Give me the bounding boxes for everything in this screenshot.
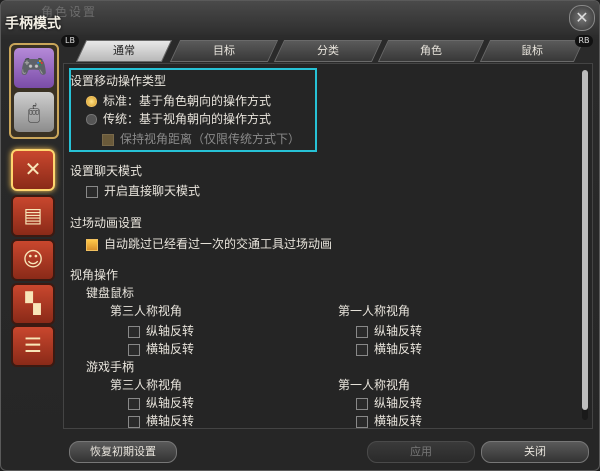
checkbox-direct-chat[interactable]: 开启直接聊天模式	[86, 182, 200, 199]
checkbox-icon	[356, 415, 368, 428]
radio-selected-icon	[86, 96, 97, 107]
chat-icon[interactable]: ☰	[11, 325, 55, 367]
km-first-invert-vertical[interactable]: 纵轴反转	[356, 322, 422, 339]
mouse-icon[interactable]: 🖱	[14, 92, 54, 132]
km-third-person-label: 第三人称视角	[110, 304, 183, 318]
km-first-person-label: 第一人称视角	[338, 304, 411, 318]
radio-standard[interactable]: 标准：基于角色朝向的操作方式	[86, 92, 271, 109]
cutscene-label: 过场动画设置	[70, 216, 143, 230]
tab-character[interactable]: 角色	[377, 40, 485, 62]
checkbox-checked-icon	[86, 238, 98, 251]
invert-vertical-label: 纵轴反转	[374, 396, 423, 410]
checkbox-icon	[128, 415, 140, 428]
checkbox-disabled-icon	[102, 133, 114, 146]
skip-cutscene-label: 自动跳过已经看过一次的交通工具过场动画	[104, 237, 333, 251]
checkbox-icon	[356, 397, 368, 410]
invert-horizontal-label: 横轴反转	[374, 342, 423, 356]
gp-third-invert-vertical[interactable]: 纵轴反转	[128, 394, 194, 411]
checkbox-keep-distance: 保持视角距离（仅限传统方式下）	[102, 130, 300, 147]
id-card-icon[interactable]: ▤	[11, 195, 55, 237]
tab-label: 通常	[113, 44, 135, 57]
invert-horizontal-label: 横轴反转	[374, 414, 423, 428]
invert-vertical-label: 纵轴反转	[146, 396, 195, 410]
checker-icon[interactable]: ▚	[11, 283, 55, 325]
keep-distance-label: 保持视角距离（仅限传统方式下）	[120, 132, 301, 146]
tab-target[interactable]: 目标	[169, 40, 279, 62]
chat-mode-label: 设置聊天模式	[70, 164, 143, 178]
scrollbar[interactable]	[582, 70, 588, 420]
title-bar: 角色设置 手柄模式 ✕	[1, 1, 599, 35]
checkbox-skip-cutscene[interactable]: 自动跳过已经看过一次的交通工具过场动画	[86, 235, 332, 252]
checkbox-icon	[128, 325, 140, 338]
tab-category[interactable]: 分类	[273, 40, 383, 62]
gp-third-person-label: 第三人称视角	[110, 378, 183, 392]
gp-first-person-label: 第一人称视角	[338, 378, 411, 392]
keyboard-mouse-label: 键盘鼠标	[86, 286, 135, 300]
radio-traditional-label: 传统：基于视角朝向的操作方式	[103, 112, 272, 126]
gamepad-label: 游戏手柄	[86, 360, 135, 374]
tab-label: 分类	[317, 44, 339, 57]
window-title: 手柄模式	[5, 16, 61, 32]
radio-standard-label: 标准：基于角色朝向的操作方式	[103, 94, 272, 108]
close-icon[interactable]: ✕	[569, 5, 595, 31]
checkbox-icon	[356, 343, 368, 356]
character-icon[interactable]: ☺	[11, 239, 55, 281]
settings-panel: 设置移动操作类型 标准：基于角色朝向的操作方式 传统：基于视角朝向的操作方式 保…	[63, 63, 593, 429]
gp-first-invert-vertical[interactable]: 纵轴反转	[356, 394, 422, 411]
km-first-invert-horizontal[interactable]: 横轴反转	[356, 340, 422, 357]
km-third-invert-vertical[interactable]: 纵轴反转	[128, 322, 194, 339]
invert-horizontal-label: 横轴反转	[146, 342, 195, 356]
checkbox-icon	[356, 325, 368, 338]
scrollbar-thumb[interactable]	[582, 70, 588, 410]
tab-general[interactable]: 通常	[75, 40, 173, 62]
close-button[interactable]: 关闭	[481, 441, 589, 463]
km-third-invert-horizontal[interactable]: 横轴反转	[128, 340, 194, 357]
camera-label: 视角操作	[70, 268, 119, 282]
tab-label: 目标	[213, 44, 235, 57]
tab-label: 鼠标	[521, 44, 543, 57]
invert-vertical-label: 纵轴反转	[146, 324, 195, 338]
invert-vertical-label: 纵轴反转	[374, 324, 423, 338]
tab-mouse[interactable]: 鼠标	[479, 40, 585, 62]
rb-badge: RB	[575, 35, 593, 47]
invert-horizontal-label: 横轴反转	[146, 414, 195, 428]
radio-icon	[86, 114, 97, 125]
gp-first-invert-horizontal[interactable]: 横轴反转	[356, 412, 422, 429]
crosshair-icon[interactable]: ✕	[11, 149, 55, 191]
mode-toggle: 🎮 🖱	[9, 43, 59, 139]
checkbox-icon	[86, 185, 98, 198]
settings-window: 角色设置 手柄模式 ✕ 🎮 🖱 ✕ ▤ ☺ ▚ ☰ LB 通常 目标 分类 角色…	[0, 0, 600, 471]
left-rail: 🎮 🖱 ✕ ▤ ☺ ▚ ☰	[3, 37, 61, 467]
gp-third-invert-horizontal[interactable]: 横轴反转	[128, 412, 194, 429]
tab-bar: LB 通常 目标 分类 角色 鼠标 RB	[61, 35, 593, 62]
move-type-label: 设置移动操作类型	[70, 74, 167, 88]
apply-button[interactable]: 应用	[367, 441, 475, 463]
radio-traditional[interactable]: 传统：基于视角朝向的操作方式	[86, 110, 271, 127]
direct-chat-label: 开启直接聊天模式	[104, 184, 201, 198]
lb-badge: LB	[61, 35, 79, 47]
gamepad-icon[interactable]: 🎮	[14, 48, 54, 88]
reset-button[interactable]: 恢复初期设置	[69, 441, 177, 463]
tab-label: 角色	[420, 44, 442, 57]
checkbox-icon	[128, 343, 140, 356]
checkbox-icon	[128, 397, 140, 410]
